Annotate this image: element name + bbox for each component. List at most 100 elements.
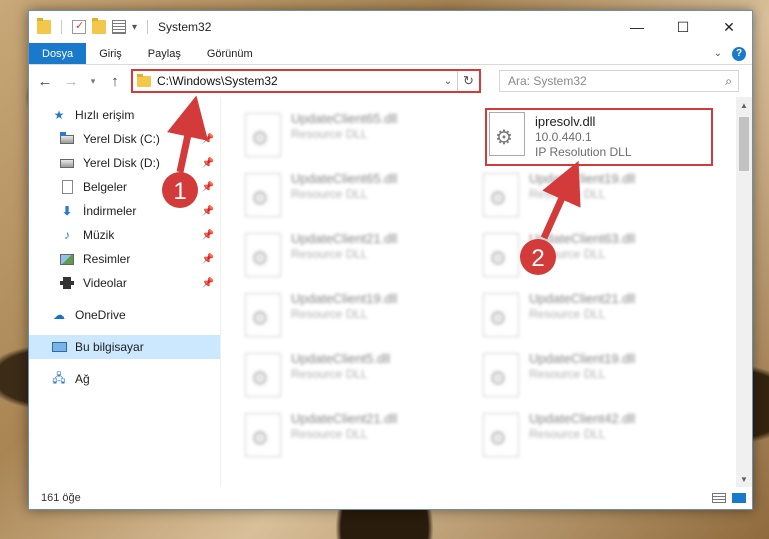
- file-item[interactable]: UpdateClient65.dllResource DLL: [245, 109, 471, 167]
- content-area: ★ Hızlı erişim Yerel Disk (C:) 📌 Yerel D…: [29, 97, 752, 487]
- sidebar-item-label: Yerel Disk (C:): [83, 132, 160, 146]
- pin-icon[interactable]: 📌: [202, 230, 214, 241]
- sidebar-item-quick-access[interactable]: ★ Hızlı erişim: [29, 103, 220, 127]
- file-type: Resource DLL: [529, 247, 606, 261]
- documents-icon: [59, 180, 75, 194]
- sidebar-item-music[interactable]: ♪ Müzik 📌: [29, 223, 220, 247]
- file-item[interactable]: UpdateClient42.dllResource DLL: [483, 409, 709, 467]
- back-arrow-icon[interactable]: ←: [35, 70, 55, 92]
- file-version: 10.0.440.1: [535, 130, 592, 144]
- sidebar-item-drive-c[interactable]: Yerel Disk (C:) 📌: [29, 127, 220, 151]
- address-field[interactable]: C:\Windows\System32 ⌄ ↻: [131, 69, 481, 93]
- sidebar-item-onedrive[interactable]: ☁ OneDrive: [29, 303, 220, 327]
- minimize-button[interactable]: —: [614, 11, 660, 43]
- file-item[interactable]: UpdateClient21.dllResource DLL: [245, 409, 471, 467]
- pictures-icon: [59, 252, 75, 266]
- sidebar-item-label: Hızlı erişim: [75, 108, 135, 122]
- item-count: 161 öğe: [41, 492, 81, 504]
- close-button[interactable]: ✕: [706, 11, 752, 43]
- file-name: UpdateClient63.dll: [529, 231, 636, 246]
- forward-arrow-icon[interactable]: →: [61, 70, 81, 92]
- file-type: Resource DLL: [291, 367, 368, 381]
- pin-icon[interactable]: 📌: [202, 134, 214, 145]
- separator: [147, 20, 149, 34]
- pin-icon[interactable]: 📌: [202, 254, 214, 265]
- properties-check-icon[interactable]: [72, 19, 86, 34]
- sidebar-item-label: Müzik: [83, 228, 115, 242]
- tab-file[interactable]: Dosya: [29, 43, 87, 64]
- sidebar-item-videos[interactable]: Videolar 📌: [29, 271, 220, 295]
- search-icon[interactable]: ⌕: [725, 74, 732, 89]
- sidebar-item-label: Bu bilgisayar: [75, 340, 144, 354]
- refresh-icon[interactable]: ↻: [457, 71, 479, 91]
- sidebar-item-downloads[interactable]: ⬇ İndirmeler 📌: [29, 199, 220, 223]
- file-name: UpdateClient21.dll: [529, 291, 636, 306]
- cloud-icon: ☁: [53, 308, 65, 322]
- chevron-down-icon[interactable]: ▾: [132, 22, 137, 33]
- large-icons-view-icon[interactable]: [732, 493, 746, 503]
- scroll-up-icon[interactable]: ▲: [736, 97, 752, 113]
- pin-icon[interactable]: 📌: [202, 158, 214, 169]
- file-item[interactable]: UpdateClient19.dllResource DLL: [483, 169, 709, 227]
- computer-icon: [51, 340, 67, 354]
- dll-file-icon: [483, 233, 519, 277]
- dll-file-icon: [483, 173, 519, 217]
- window-title: System32: [158, 20, 212, 34]
- up-arrow-icon[interactable]: ↑: [105, 70, 125, 92]
- scroll-down-icon[interactable]: ▼: [736, 471, 752, 487]
- folder-icon: [37, 18, 51, 34]
- file-name: UpdateClient65.dll: [291, 111, 398, 126]
- star-icon: ★: [53, 108, 65, 122]
- file-name: UpdateClient19.dll: [529, 171, 636, 186]
- sidebar-item-label: İndirmeler: [83, 204, 137, 218]
- sidebar-item-drive-d[interactable]: Yerel Disk (D:) 📌: [29, 151, 220, 175]
- file-item[interactable]: UpdateClient21.dllResource DLL: [483, 289, 709, 347]
- tab-home[interactable]: Giriş: [86, 43, 135, 64]
- sidebar-item-documents[interactable]: Belgeler 📌: [29, 175, 220, 199]
- help-icon[interactable]: ?: [732, 46, 746, 61]
- file-item[interactable]: UpdateClient5.dllResource DLL: [245, 349, 471, 407]
- new-folder-icon[interactable]: [92, 18, 106, 34]
- maximize-button[interactable]: ☐: [660, 11, 706, 43]
- file-item[interactable]: UpdateClient21.dllResource DLL: [245, 229, 471, 287]
- pin-icon[interactable]: 📌: [202, 182, 214, 193]
- tab-view[interactable]: Görünüm: [194, 43, 266, 64]
- dll-file-icon: [483, 353, 519, 397]
- vertical-scrollbar[interactable]: ▲ ▼: [736, 97, 752, 487]
- pin-icon[interactable]: 📌: [202, 206, 214, 217]
- file-item[interactable]: UpdateClient19.dllResource DLL: [245, 289, 471, 347]
- sidebar-item-network[interactable]: 🖧 Ağ: [29, 367, 220, 391]
- sidebar-item-this-pc[interactable]: Bu bilgisayar: [29, 335, 220, 359]
- dll-file-icon: [245, 113, 281, 157]
- file-name: UpdateClient5.dll: [291, 351, 391, 366]
- search-input[interactable]: Ara: System32 ⌕: [499, 70, 739, 92]
- details-view-icon[interactable]: [712, 493, 726, 503]
- file-item[interactable]: UpdateClient65.dllResource DLL: [245, 169, 471, 227]
- file-type: Resource DLL: [291, 187, 368, 201]
- navigation-pane: ★ Hızlı erişim Yerel Disk (C:) 📌 Yerel D…: [29, 97, 221, 487]
- sidebar-item-label: OneDrive: [75, 308, 126, 322]
- address-path[interactable]: C:\Windows\System32: [157, 74, 278, 88]
- file-item[interactable]: UpdateClient19.dllResource DLL: [483, 349, 709, 407]
- file-item[interactable]: UpdateClient63.dllResource DLL: [483, 229, 709, 287]
- file-type: Resource DLL: [529, 187, 606, 201]
- chevron-down-icon[interactable]: ⌄: [714, 48, 722, 59]
- customize-icon[interactable]: [112, 20, 126, 34]
- drive-d-icon: [59, 156, 75, 170]
- file-type: Resource DLL: [291, 127, 368, 141]
- dll-file-icon: [245, 233, 281, 277]
- tab-share[interactable]: Paylaş: [135, 43, 194, 64]
- window-controls: — ☐ ✕: [614, 11, 752, 43]
- file-item-ipresolv[interactable]: ipresolv.dll 10.0.440.1 IP Resolution DL…: [485, 108, 713, 166]
- address-bar-row: ← → ▾ ↑ C:\Windows\System32 ⌄ ↻ Ara: Sys…: [29, 65, 752, 97]
- chevron-down-icon[interactable]: ⌄: [439, 76, 457, 87]
- sidebar-item-label: Belgeler: [83, 180, 128, 194]
- file-type: Resource DLL: [291, 247, 368, 261]
- scroll-thumb[interactable]: [739, 117, 749, 171]
- recent-locations-chevron-icon[interactable]: ▾: [87, 70, 99, 92]
- sidebar-item-label: Ağ: [75, 372, 90, 386]
- sidebar-item-pictures[interactable]: Resimler 📌: [29, 247, 220, 271]
- file-name: ipresolv.dll: [535, 114, 596, 129]
- pin-icon[interactable]: 📌: [202, 278, 214, 289]
- sidebar-item-label: Yerel Disk (D:): [83, 156, 160, 170]
